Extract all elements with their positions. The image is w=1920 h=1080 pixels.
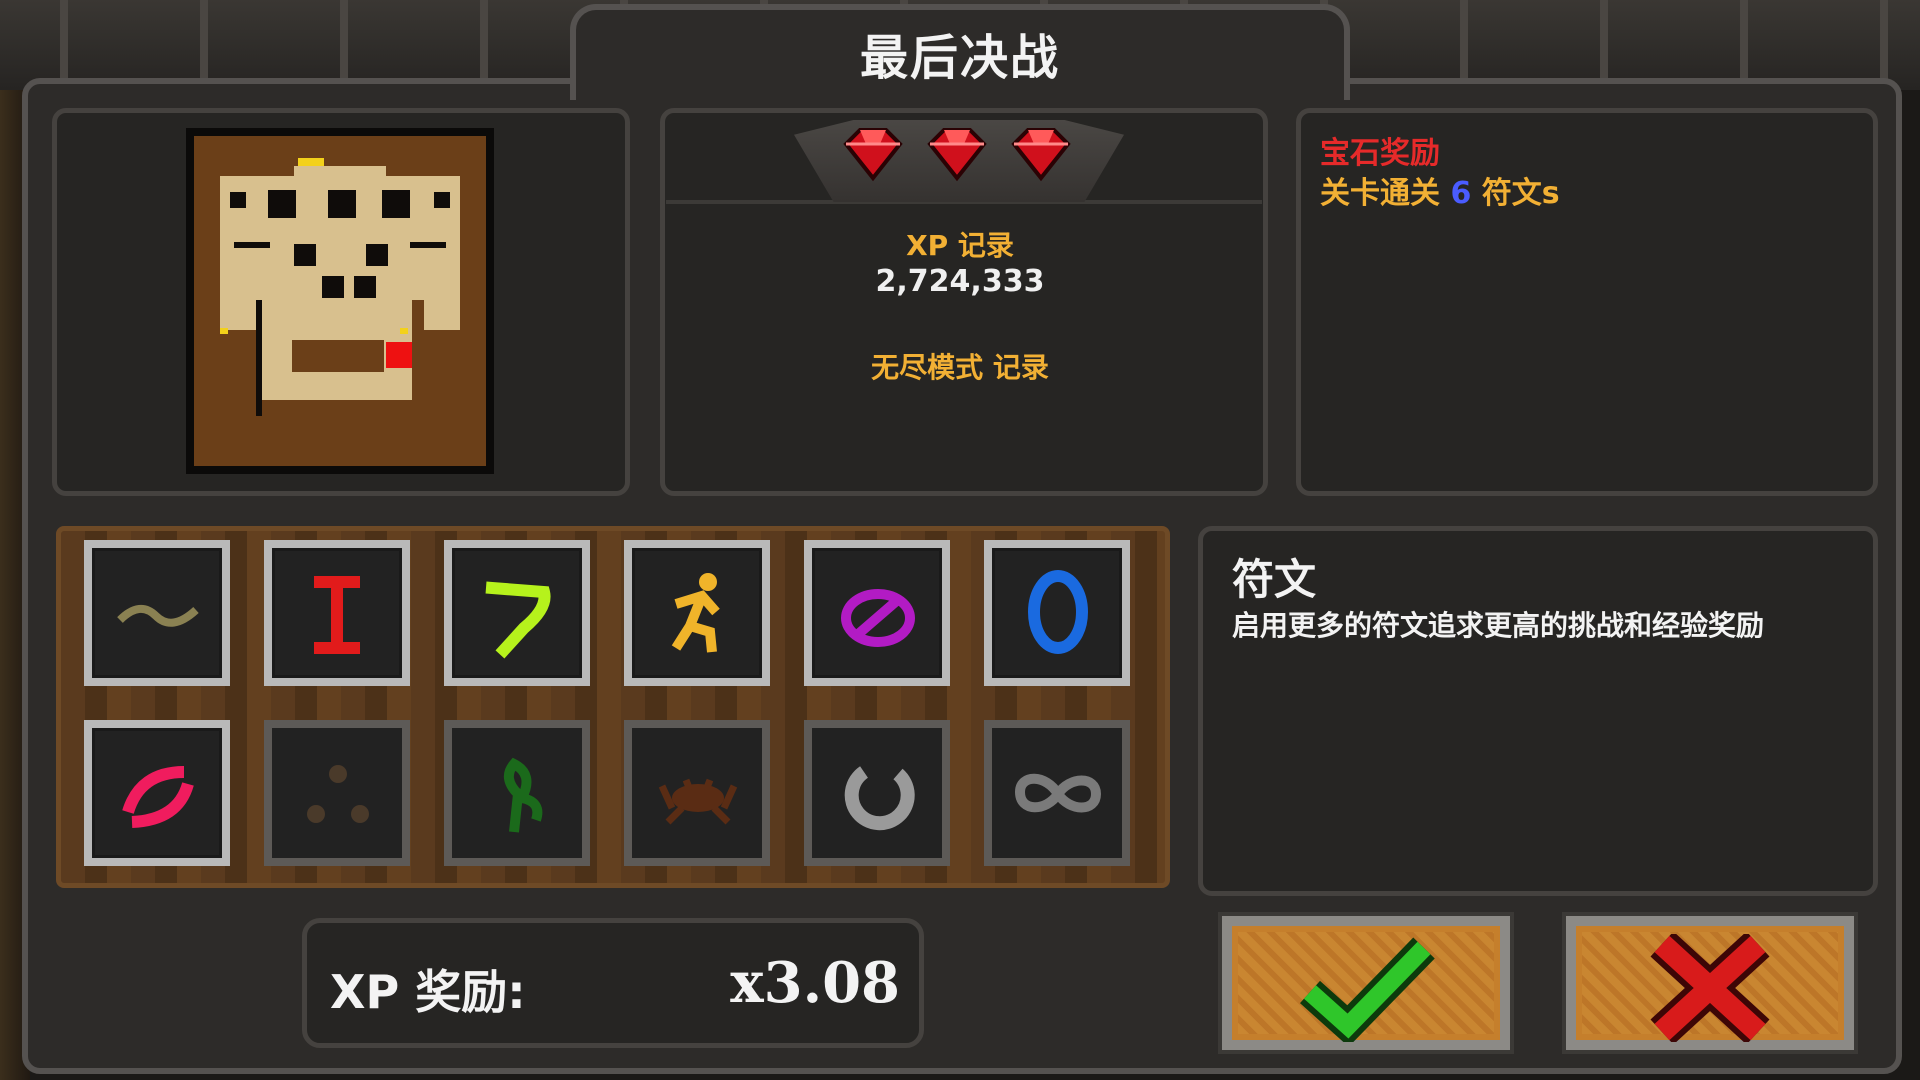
rune-slot[interactable] [84,540,230,686]
rune-slot[interactable] [804,540,950,686]
ring-rune-icon [1028,570,1088,654]
three-dots-rune-icon [307,765,369,823]
rune-slot[interactable] [984,540,1130,686]
infinity-rune-icon [1014,773,1102,813]
rune-slot[interactable] [804,720,950,866]
ruby-gem-icon [843,128,903,182]
level-map-tile [194,136,486,466]
wave-rune-icon [117,605,199,627]
rune-slot[interactable] [624,540,770,686]
xp-record-label: XP 记录 [906,229,1014,262]
checkmark-icon [1299,937,1435,1042]
rune-info-title: 符文 [1232,555,1317,604]
i-beam-rune-icon [314,576,360,654]
confirm-button[interactable] [1218,912,1514,1054]
rune-slot[interactable] [84,720,230,866]
ruby-gem-icon [1011,128,1071,182]
sprout-rune-icon [503,757,543,833]
rune-info-description: 启用更多的符文追求更高的挑战和经验奖励 [1232,609,1765,642]
gem-reward-condition: 关卡通关 6 符文s [1320,168,1560,212]
hook-rune-icon [485,581,551,659]
gem-reward-title: 宝石奖励 [1320,136,1440,171]
crescent-rune-icon [844,766,915,831]
runner-rune-icon [671,573,720,653]
cross-icon [1650,934,1770,1042]
reward-rune-count: 6 [1450,176,1472,211]
crab-rune-icon [658,778,738,825]
xp-bonus-multiplier: x3.08 [730,950,900,1016]
prohibited-rune-icon [841,589,915,647]
rune-slot[interactable] [444,720,590,866]
cancel-button[interactable] [1562,912,1858,1054]
slash-ring-rune-icon [122,766,194,828]
rune-slot[interactable] [264,540,410,686]
dialog-title: 最后决战 [859,30,1060,86]
xp-bonus-label: XP 奖励: [330,965,526,1019]
rune-slot[interactable] [984,720,1130,866]
reward-suffix: 符文s [1481,176,1560,211]
rune-slot[interactable] [264,720,410,866]
ruby-gem-icon [927,128,987,182]
reward-prefix: 关卡通关 [1320,176,1440,211]
endless-record-label: 无尽模式 记录 [871,351,1049,384]
xp-record-value: 2,724,333 [875,264,1045,299]
rune-slot[interactable] [444,540,590,686]
rune-slot[interactable] [624,720,770,866]
